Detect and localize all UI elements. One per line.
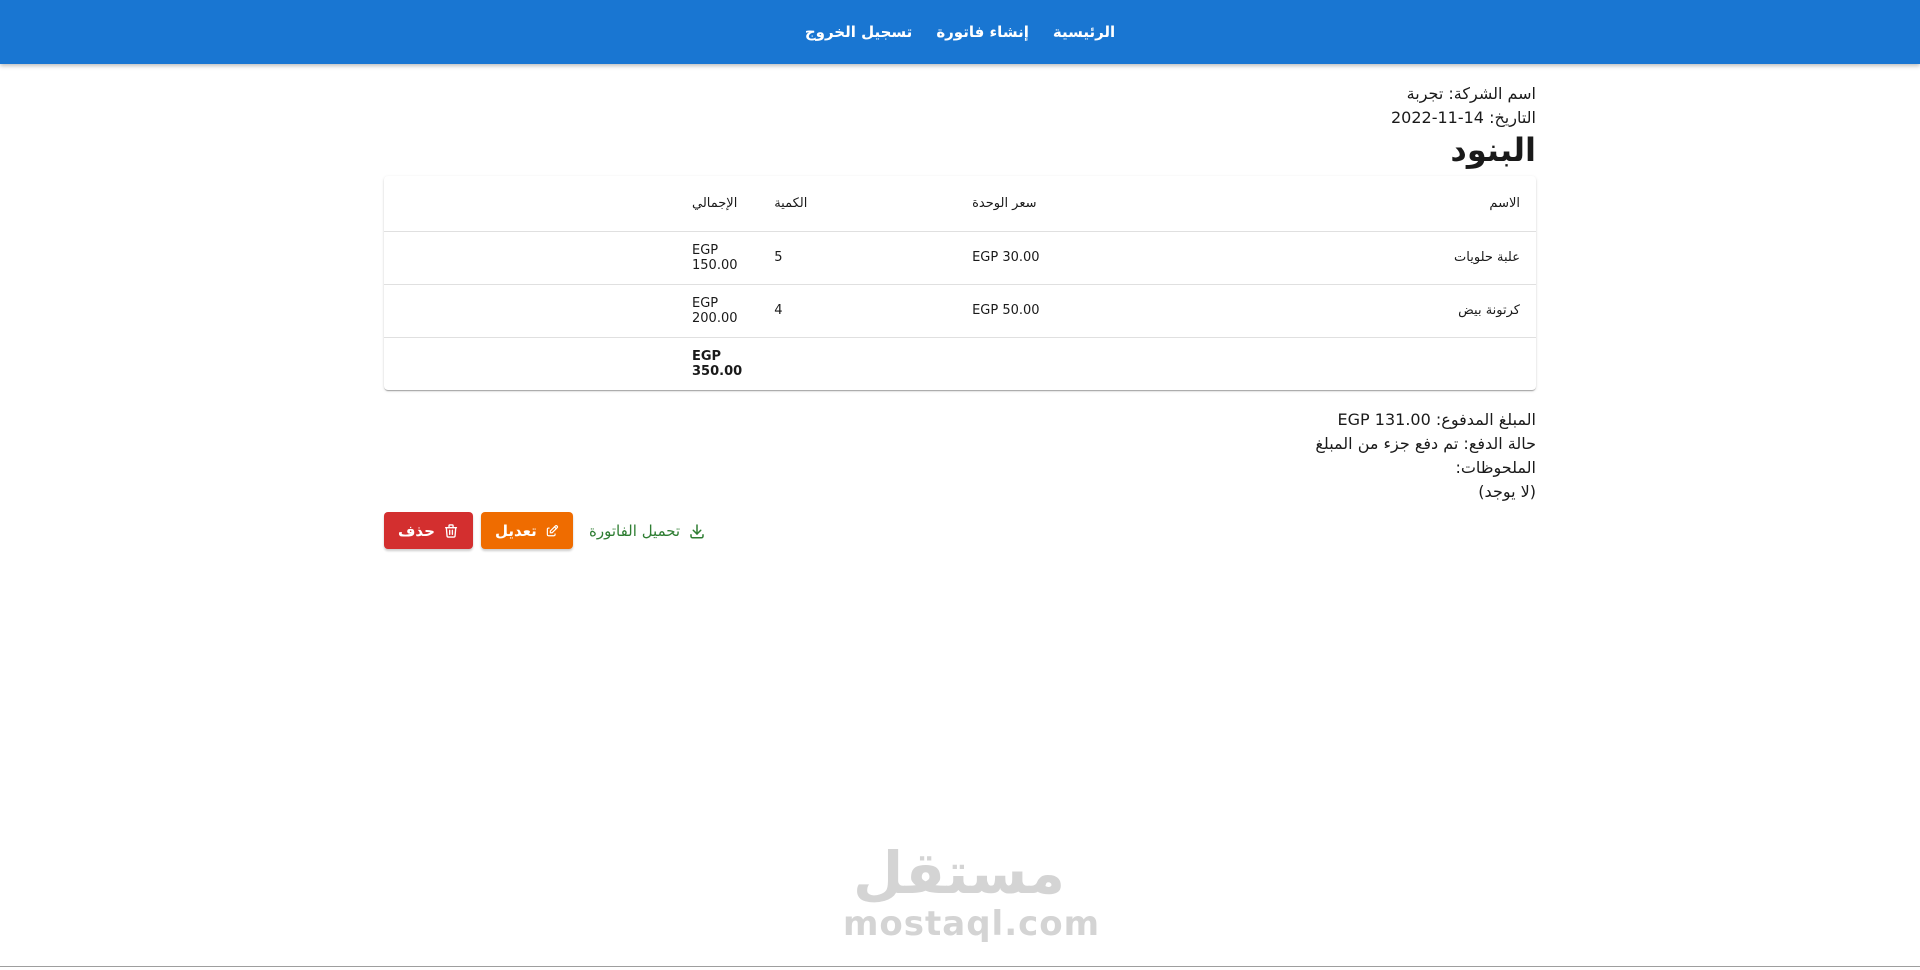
mostaql-watermark: مستقل mostaql.com bbox=[843, 839, 1101, 944]
grand-total-row: EGP 350.00 bbox=[384, 337, 1536, 390]
status-label: حالة الدفع: bbox=[1463, 434, 1536, 453]
date-line: التاريخ: 2022-11-14 bbox=[384, 106, 1536, 130]
row-name: علبة حلويات bbox=[1245, 231, 1536, 285]
header-total: الإجمالي bbox=[384, 176, 759, 232]
nav-create-invoice[interactable]: إنشاء فاتورة bbox=[936, 23, 1029, 41]
row-total: EGP 150.00 bbox=[384, 231, 759, 285]
row-total-value: EGP 200.00 bbox=[692, 295, 738, 326]
company-value: تجربة bbox=[1406, 84, 1444, 103]
action-buttons: حذف تعديل تحميل الفاتورة bbox=[384, 512, 1536, 549]
nav-home[interactable]: الرئيسية bbox=[1053, 23, 1115, 41]
row-unit-price: EGP 50.00 bbox=[956, 284, 1246, 338]
status-line: حالة الدفع: تم دفع جزء من المبلغ bbox=[384, 432, 1536, 456]
table-row: كرتونة بيض EGP 50.00 4 EGP 200.00 bbox=[384, 284, 1536, 338]
payment-summary: المبلغ المدفوع: EGP 131.00 حالة الدفع: ت… bbox=[384, 408, 1536, 504]
header-unit-price: سعر الوحدة bbox=[956, 176, 1246, 232]
edit-icon bbox=[546, 524, 558, 536]
company-line: اسم الشركة: تجربة bbox=[384, 82, 1536, 106]
table-row: علبة حلويات EGP 30.00 5 EGP 150.00 bbox=[384, 231, 1536, 285]
grand-empty-price bbox=[956, 337, 1246, 390]
notes-value: (لا يوجد) bbox=[1478, 482, 1536, 501]
header-name: الاسم bbox=[1245, 176, 1536, 232]
edit-button[interactable]: تعديل bbox=[481, 512, 573, 549]
grand-total: EGP 350.00 bbox=[384, 337, 758, 390]
grand-total-value: EGP 350.00 bbox=[692, 348, 743, 379]
row-quantity: 5 bbox=[758, 231, 957, 285]
notes-label: الملحوظات: bbox=[1455, 458, 1536, 477]
row-unit-price: EGP 30.00 bbox=[956, 231, 1246, 285]
watermark-arabic: مستقل bbox=[852, 839, 1066, 907]
paid-label: المبلغ المدفوع: bbox=[1435, 410, 1536, 429]
trash-icon bbox=[444, 523, 457, 538]
row-total: EGP 200.00 bbox=[384, 284, 759, 338]
paid-value: EGP 131.00 bbox=[1337, 410, 1431, 429]
row-total-value: EGP 150.00 bbox=[692, 242, 738, 273]
watermark-latin: mostaql.com bbox=[843, 904, 1101, 944]
row-unit-price-value: EGP 50.00 bbox=[972, 303, 1040, 318]
top-app-bar: الرئيسية إنشاء فاتورة تسجيل الخروج bbox=[0, 0, 1920, 64]
items-table-card: الاسم سعر الوحدة الكمية الإجمالي علبة حل… bbox=[384, 176, 1536, 390]
date-value: 2022-11-14 bbox=[1391, 108, 1484, 127]
status-value: تم دفع جزء من المبلغ bbox=[1315, 434, 1459, 453]
items-title: البنود bbox=[1450, 131, 1536, 169]
table-header-row: الاسم سعر الوحدة الكمية الإجمالي bbox=[384, 176, 1536, 232]
bottom-divider bbox=[0, 966, 1920, 967]
date-label: التاريخ: bbox=[1489, 108, 1536, 127]
row-name: كرتونة بيض bbox=[1245, 284, 1536, 338]
edit-label: تعديل bbox=[495, 521, 537, 540]
invoice-details: اسم الشركة: تجربة التاريخ: 2022-11-14 ال… bbox=[384, 82, 1536, 549]
row-quantity: 4 bbox=[758, 284, 957, 338]
download-icon bbox=[690, 523, 704, 538]
paid-line: المبلغ المدفوع: EGP 131.00 bbox=[384, 408, 1536, 432]
delete-button[interactable]: حذف bbox=[384, 512, 473, 549]
company-label: اسم الشركة: bbox=[1448, 84, 1536, 103]
items-table: الاسم سعر الوحدة الكمية الإجمالي علبة حل… bbox=[384, 176, 1536, 390]
grand-empty-qty bbox=[758, 337, 956, 390]
row-unit-price-value: EGP 30.00 bbox=[972, 250, 1040, 265]
delete-label: حذف bbox=[398, 521, 435, 540]
grand-empty-name bbox=[1246, 337, 1536, 390]
nav-logout[interactable]: تسجيل الخروج bbox=[805, 23, 913, 41]
download-invoice-button[interactable]: تحميل الفاتورة bbox=[581, 512, 714, 549]
download-label: تحميل الفاتورة bbox=[589, 521, 681, 540]
header-quantity: الكمية bbox=[758, 176, 957, 232]
